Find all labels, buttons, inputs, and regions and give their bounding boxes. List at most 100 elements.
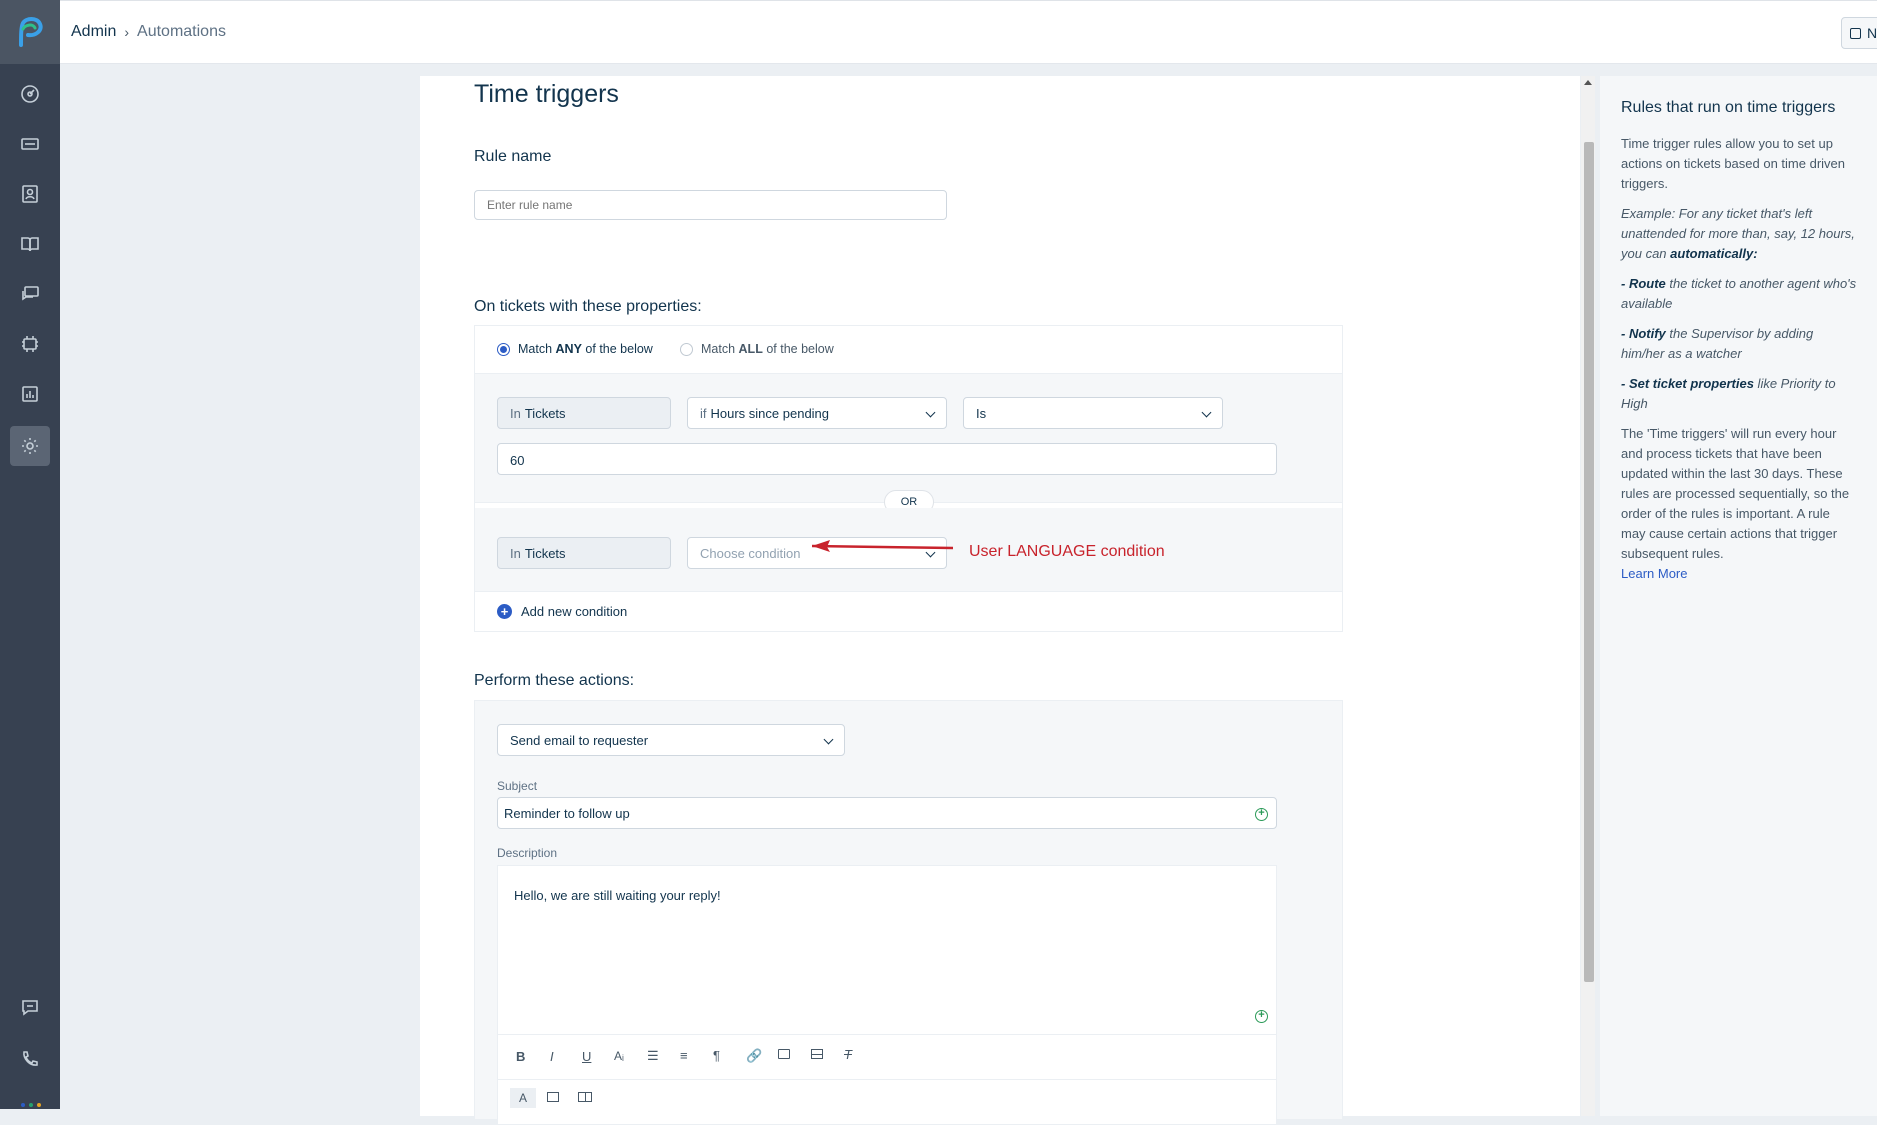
top-bar: Admin › Automations Ne (60, 0, 1877, 64)
breadcrumb-automations: Automations (137, 23, 226, 40)
admin-gear-icon (22, 438, 38, 454)
image-icon[interactable] (778, 1049, 790, 1059)
add-condition-label: Add new condition (521, 604, 628, 619)
app-logo[interactable] (0, 0, 60, 64)
match-any-radio[interactable]: Match ANY of the below (497, 342, 653, 356)
sidebar (0, 0, 60, 1109)
link-icon[interactable]: 🔗 (746, 1048, 762, 1064)
table-icon[interactable] (811, 1049, 823, 1059)
condition-1-scope-prefix: In (510, 405, 521, 421)
bold-icon[interactable]: B (516, 1049, 525, 1064)
radio-selected-icon (497, 342, 510, 356)
assets-icon (22, 336, 38, 352)
sidebar-item-phone[interactable] (0, 1039, 60, 1079)
breadcrumb-admin[interactable]: Admin (71, 23, 116, 41)
plus-square-icon (1850, 27, 1861, 39)
rule-name-label: Rule name (474, 148, 552, 165)
help-body-text: The 'Time triggers' will run every hour … (1621, 426, 1850, 561)
numbered-list-icon[interactable]: ≡ (680, 1048, 688, 1063)
sidebar-item-tickets[interactable] (0, 124, 60, 164)
subject-label: Subject (497, 779, 538, 793)
chevron-down-icon (925, 407, 936, 418)
condition-1-operator-value: Is (976, 405, 987, 421)
match-any-label: Match ANY of the below (518, 342, 653, 356)
sidebar-item-admin[interactable] (10, 426, 50, 466)
annotation-arrow (811, 540, 954, 552)
action-type-select[interactable]: Send email to requester (497, 724, 845, 756)
help-title: Rules that run on time triggers (1621, 99, 1836, 116)
condition-1-field-prefix: if (700, 405, 707, 421)
phone-icon (23, 1051, 38, 1066)
sidebar-item-dashboard[interactable] (0, 74, 60, 114)
page-title: Time triggers (474, 80, 619, 108)
sidebar-item-chat[interactable] (0, 987, 60, 1027)
condition-1-operator-select[interactable]: Is (963, 397, 1223, 429)
chevron-down-icon (1201, 407, 1212, 418)
clear-format-icon[interactable]: T (844, 1047, 852, 1062)
help-props: - Set ticket properties like Priority to… (1621, 374, 1857, 414)
bullet-list-icon[interactable]: ☰ (647, 1048, 659, 1064)
rule-name-input[interactable] (474, 190, 947, 220)
condition-1-value: 60 (510, 453, 525, 468)
sidebar-item-assets[interactable] (0, 324, 60, 364)
forums-icon (22, 286, 39, 301)
match-all-bold: ALL (738, 342, 763, 356)
book-icon[interactable] (578, 1092, 592, 1102)
italic-icon[interactable]: I (550, 1049, 554, 1064)
sidebar-item-contacts[interactable] (0, 174, 60, 214)
condition-2-scope: In Tickets (497, 537, 671, 569)
new-rule-label: Ne (1867, 25, 1877, 41)
chevron-down-icon (823, 734, 834, 745)
actions-box: Send email to requester Subject Reminder… (474, 700, 1343, 1125)
actions-label: Perform these actions: (474, 672, 635, 689)
sidebar-item-forums[interactable] (0, 274, 60, 314)
match-all-radio[interactable]: Match ALL of the below (680, 342, 834, 356)
action-type-value: Send email to requester (510, 732, 649, 748)
font-size-icon[interactable]: Aᵢ (614, 1049, 624, 1063)
match-all-suffix: of the below (766, 342, 834, 356)
help-route-bold: - Route (1621, 276, 1666, 291)
help-body: The 'Time triggers' will run every hour … (1621, 424, 1857, 584)
chevron-right-icon: › (124, 24, 130, 40)
paragraph-icon[interactable]: ¶ (713, 1048, 720, 1063)
dot-yellow (37, 1103, 41, 1107)
insert-placeholder-icon[interactable]: + (1255, 1010, 1268, 1023)
contacts-icon (22, 185, 38, 203)
condition-1-scope-value: Tickets (524, 405, 566, 421)
app-switcher-dots[interactable] (21, 1103, 41, 1107)
radio-unselected-icon (680, 342, 693, 356)
underline-icon[interactable]: U (582, 1049, 591, 1064)
insert-placeholder-icon[interactable]: + (1255, 808, 1268, 821)
new-rule-button[interactable]: Ne (1841, 17, 1877, 49)
chat-icon (22, 1000, 38, 1016)
help-example-bold: automatically: (1670, 246, 1758, 261)
condition-1-field-select[interactable]: if Hours since pending (687, 397, 947, 429)
dot-blue (21, 1103, 25, 1107)
sidebar-item-solutions[interactable] (0, 224, 60, 264)
help-notify: - Notify the Supervisor by adding him/he… (1621, 324, 1857, 364)
match-any-suffix: of the below (585, 342, 653, 356)
add-condition-link[interactable]: + Add new condition (497, 604, 627, 619)
condition-1-value-input[interactable]: 60 (497, 443, 1277, 475)
text-color-icon[interactable]: A (510, 1088, 536, 1108)
help-example: Example: For any ticket that's left unat… (1621, 204, 1857, 264)
scroll-up-arrow-icon[interactable] (1584, 80, 1592, 85)
editor-toolbar: B I U Aᵢ ☰ ≡ ¶ 🔗 T (498, 1034, 1276, 1080)
description-text[interactable]: Hello, we are still waiting your reply! (514, 888, 721, 903)
help-panel: Rules that run on time triggers Time tri… (1600, 76, 1877, 1116)
insert-image-icon[interactable] (547, 1092, 559, 1102)
condition-1-field-value: Hours since pending (710, 405, 830, 421)
dot-green (29, 1103, 33, 1107)
match-all-label: Match ALL of the below (701, 342, 834, 356)
subject-input[interactable]: Reminder to follow up + (497, 797, 1277, 829)
learn-more-link[interactable]: Learn More (1621, 566, 1687, 581)
condition-2-field-placeholder: Choose condition (700, 545, 801, 561)
plus-circle-icon: + (497, 604, 512, 619)
scrollbar-thumb[interactable] (1584, 142, 1594, 982)
match-all-prefix: Match (701, 342, 736, 356)
tickets-icon (21, 138, 39, 150)
sidebar-item-reports[interactable] (0, 374, 60, 414)
content-scrollbar[interactable] (1581, 76, 1595, 1116)
main-content: Time triggers Rule name On tickets with … (420, 76, 1580, 1125)
description-editor[interactable]: Hello, we are still waiting your reply! … (497, 865, 1277, 1125)
